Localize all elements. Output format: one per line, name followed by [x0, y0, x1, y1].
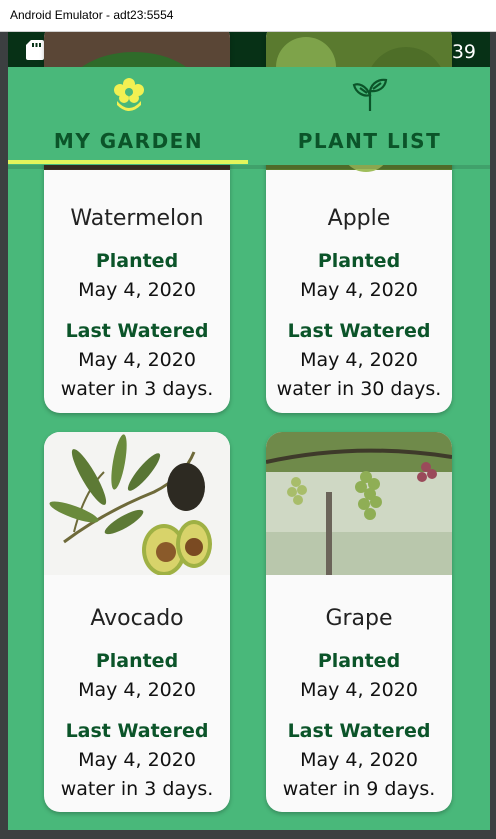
- app-bar-shadow: [8, 165, 490, 169]
- flower-icon: [8, 77, 249, 116]
- sprout-icon: [249, 77, 490, 118]
- water-in-text: water in 30 days.: [276, 378, 442, 400]
- planted-date: May 4, 2020: [78, 279, 196, 301]
- last-watered-date: May 4, 2020: [78, 749, 196, 771]
- plant-name: Grape: [325, 606, 393, 631]
- last-watered-label: Last Watered: [65, 720, 209, 742]
- last-watered-label: Last Watered: [65, 320, 209, 342]
- plant-name: Watermelon: [70, 206, 204, 231]
- background-ide-right: [490, 32, 496, 839]
- tab-plant-list[interactable]: PLANT LIST: [249, 67, 490, 165]
- planted-label: Planted: [317, 650, 401, 672]
- last-watered-label: Last Watered: [287, 320, 431, 342]
- plant-photo: [266, 432, 452, 575]
- planted-date: May 4, 2020: [300, 279, 418, 301]
- window-title: Android Emulator - adt23:5554: [10, 8, 174, 22]
- planting-card[interactable]: Avocado Planted May 4, 2020 Last Watered May…: [44, 432, 230, 812]
- last-watered-label: Last Watered: [287, 720, 431, 742]
- background-ide-bottom: [0, 829, 496, 839]
- water-in-text: water in 3 days.: [60, 378, 214, 400]
- background-ide-strip: [0, 32, 8, 839]
- last-watered-date: May 4, 2020: [300, 349, 418, 371]
- app-bar: MY GARDEN PLANT LIST: [8, 67, 490, 165]
- planting-card[interactable]: Grape Planted May 4, 2020 Last Watered May 4…: [266, 432, 452, 812]
- planted-date: May 4, 2020: [78, 679, 196, 701]
- planted-label: Planted: [317, 250, 401, 272]
- planted-label: Planted: [95, 650, 179, 672]
- plant-name: Apple: [327, 206, 391, 231]
- emulator-title-bar[interactable]: Android Emulator - adt23:5554: [0, 0, 496, 32]
- last-watered-date: May 4, 2020: [78, 349, 196, 371]
- last-watered-date: May 4, 2020: [300, 749, 418, 771]
- tab-my-garden[interactable]: MY GARDEN: [8, 67, 249, 165]
- device-screen: LTE 3:39 WatermelonPlantedMay 4, 2020Las…: [8, 32, 490, 830]
- tab-label-plant-list: PLANT LIST: [297, 129, 442, 153]
- water-in-text: water in 3 days.: [60, 778, 214, 800]
- planted-label: Planted: [95, 250, 179, 272]
- tab-indicator: [8, 160, 248, 164]
- planted-date: May 4, 2020: [300, 679, 418, 701]
- water-in-text: water in 9 days.: [282, 778, 436, 800]
- tab-label-my-garden: MY GARDEN: [53, 129, 204, 153]
- sd-card-icon: [26, 40, 44, 65]
- plant-name: Avocado: [90, 606, 184, 631]
- plant-photo: [44, 432, 230, 576]
